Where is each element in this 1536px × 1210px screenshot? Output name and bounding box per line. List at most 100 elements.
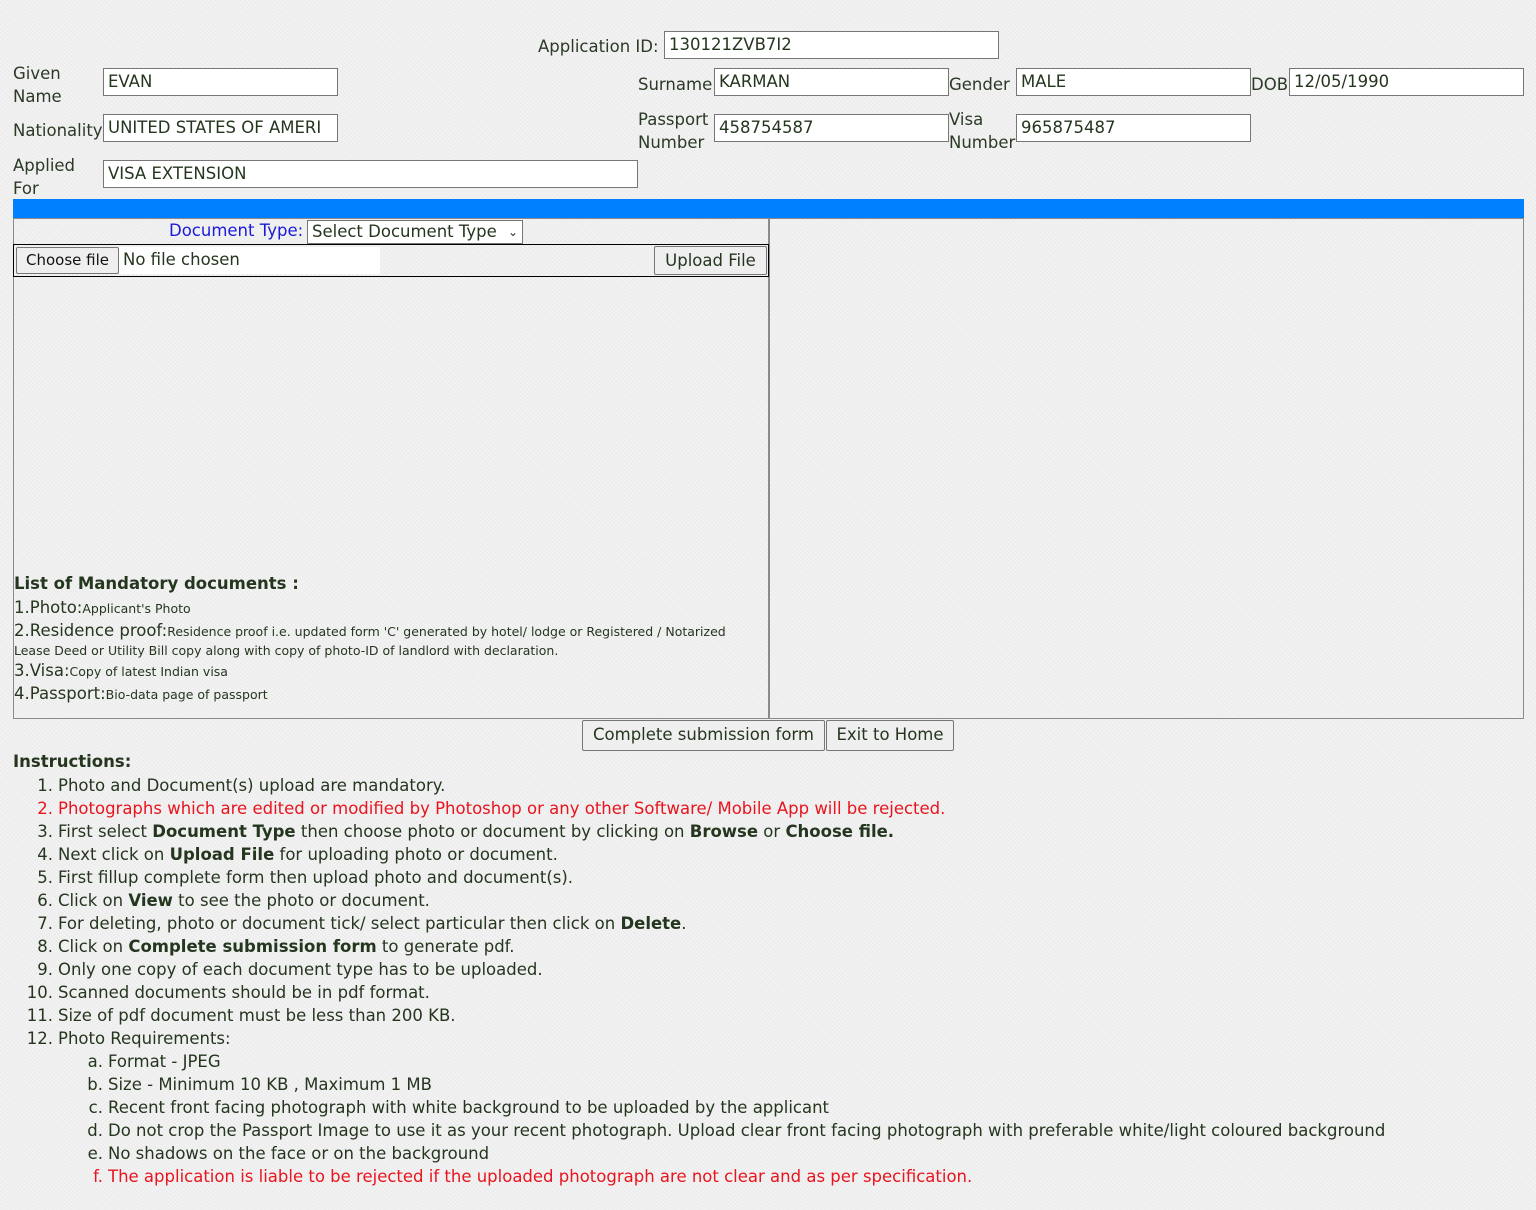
photo-requirement-letter: e.: [87, 1144, 103, 1163]
section-divider-bar: [13, 199, 1524, 218]
instruction-number: 11.: [26, 1006, 53, 1025]
instruction-text: Click on View to see the photo or docume…: [58, 891, 430, 910]
mandatory-item: 1.Photo:Applicant's Photo: [14, 599, 754, 618]
photo-requirement-text: Recent front facing photograph with whit…: [108, 1098, 830, 1117]
instruction-item: 11. Size of pdf document must be less tha…: [0, 1004, 945, 1027]
choose-file-button[interactable]: Choose file: [16, 247, 119, 274]
mandatory-documents-title: List of Mandatory documents :: [14, 574, 299, 593]
nationality-label: Nationality: [13, 121, 103, 140]
instruction-text: Photo and Document(s) upload are mandato…: [58, 776, 446, 795]
photo-requirement-text: Do not crop the Passport Image to use it…: [108, 1121, 1386, 1140]
instruction-item: 9. Only one copy of each document type ha…: [0, 958, 945, 981]
document-type-selected: Select Document Type: [312, 222, 497, 241]
mandatory-item-desc: Copy of latest Indian visa: [69, 664, 228, 679]
instruction-text: Photographs which are edited or modified…: [58, 799, 946, 818]
instruction-text: Only one copy of each document type has …: [58, 960, 543, 979]
instruction-number: 12.: [26, 1029, 53, 1048]
instructions-list: 1. Photo and Document(s) upload are manda…: [0, 774, 946, 1050]
dob-label: DOB: [1251, 75, 1289, 94]
instruction-number: 5.: [37, 868, 53, 887]
photo-requirement-item: b. Size - Minimum 10 KB , Maximum 1 MB: [0, 1073, 1385, 1096]
passport-label-line1: Passport: [638, 110, 709, 129]
instruction-number: 10.: [26, 983, 53, 1002]
instruction-number: 1.: [37, 776, 53, 795]
photo-requirement-letter: c.: [88, 1098, 103, 1117]
given-name-label: Given Name: [13, 62, 62, 108]
exit-to-home-button[interactable]: Exit to Home: [826, 720, 954, 751]
applied-for-label-line1: Applied: [13, 156, 76, 175]
photo-requirement-letter: b.: [87, 1075, 103, 1094]
photo-requirement-text: The application is liable to be rejected…: [108, 1167, 973, 1186]
application-id-label: Application ID:: [538, 37, 659, 56]
instruction-item: 8. Click on Complete submission form to g…: [0, 935, 945, 958]
applied-for-label-line2: For: [13, 179, 39, 198]
instruction-item: 5. First fillup complete form then upload…: [0, 866, 945, 889]
instruction-number: 4.: [37, 845, 53, 864]
nationality-field[interactable]: UNITED STATES OF AMERI: [103, 114, 338, 142]
surname-label: Surname: [638, 75, 713, 94]
photo-requirements-list: a. Format - JPEG b. Size - Minimum 10 KB , …: [0, 1050, 1385, 1188]
instruction-text: First select Document Type then choose p…: [58, 822, 895, 841]
mandatory-item-desc: Bio-data page of passport: [105, 687, 268, 702]
given-name-field[interactable]: EVAN: [103, 68, 338, 96]
instruction-number: 2.: [37, 799, 53, 818]
surname-field[interactable]: KARMAN: [714, 68, 949, 96]
photo-requirement-item: c. Recent front facing photograph with wh…: [0, 1096, 1385, 1119]
instructions-title: Instructions:: [13, 752, 132, 771]
photo-requirement-letter: a.: [87, 1052, 103, 1071]
upload-file-button[interactable]: Upload File: [654, 246, 767, 275]
file-upload-row: Choose file No file chosen Upload File: [13, 244, 769, 277]
instruction-item: 7. For deleting, photo or document tick/ …: [0, 912, 945, 935]
instruction-text: Size of pdf document must be less than 2…: [58, 1006, 456, 1025]
photo-requirement-item: d. Do not crop the Passport Image to use …: [0, 1119, 1385, 1142]
mandatory-item-head: 4.Passport:: [14, 684, 106, 703]
instruction-item: 6. Click on View to see the photo or docu…: [0, 889, 945, 912]
given-name-label-line1: Given: [13, 64, 61, 83]
instruction-number: 9.: [37, 960, 53, 979]
visa-label-line1: Visa: [949, 110, 984, 129]
instruction-number: 8.: [37, 937, 53, 956]
given-name-label-line2: Name: [13, 87, 62, 106]
mandatory-item: 3.Visa:Copy of latest Indian visa: [14, 662, 754, 681]
instruction-item: 2. Photographs which are edited or modifi…: [0, 797, 945, 820]
instruction-number: 7.: [37, 914, 53, 933]
mandatory-item: 4.Passport:Bio-data page of passport: [14, 685, 754, 704]
mandatory-item-desc: Applicant's Photo: [82, 601, 191, 616]
passport-label-line2: Number: [638, 133, 705, 152]
dob-field[interactable]: 12/05/1990: [1289, 68, 1524, 96]
applied-for-label: Applied For: [13, 154, 75, 200]
document-type-select[interactable]: Select Document Type ⌄: [307, 220, 523, 244]
chevron-down-icon: ⌄: [507, 225, 518, 239]
mandatory-item-head: 3.Visa:: [14, 661, 70, 680]
instruction-item: 4. Next click on Upload File for uploadin…: [0, 843, 945, 866]
visa-label-line2: Number: [949, 133, 1016, 152]
file-name-display: No file chosen: [119, 247, 380, 274]
gender-label: Gender: [949, 75, 1010, 94]
instruction-text: Next click on Upload File for uploading …: [58, 845, 558, 864]
application-id-field[interactable]: 130121ZVB7I2: [664, 31, 999, 59]
visa-number-label: Visa Number: [949, 108, 1015, 154]
instruction-number: 6.: [37, 891, 53, 910]
instruction-item: 3. First select Document Type then choose…: [0, 820, 945, 843]
gender-field[interactable]: MALE: [1016, 68, 1251, 96]
photo-requirement-text: Format - JPEG: [108, 1052, 221, 1071]
instruction-item: 12. Photo Requirements:: [0, 1027, 945, 1050]
mandatory-item-head: 1.Photo:: [14, 598, 83, 617]
preview-panel: [768, 218, 1524, 719]
instruction-item: 1. Photo and Document(s) upload are manda…: [0, 774, 945, 797]
passport-number-field[interactable]: 458754587: [714, 114, 949, 142]
photo-requirement-text: No shadows on the face or on the backgro…: [108, 1144, 490, 1163]
instruction-text: Photo Requirements:: [58, 1029, 231, 1048]
document-type-label: Document Type:: [169, 221, 304, 240]
instruction-item: 10. Scanned documents should be in pdf fo…: [0, 981, 945, 1004]
photo-requirement-item: e. No shadows on the face or on the backg…: [0, 1142, 1385, 1165]
complete-submission-button[interactable]: Complete submission form: [582, 720, 825, 751]
instruction-text: Click on Complete submission form to gen…: [58, 937, 515, 956]
mandatory-item: 2.Residence proof:Residence proof i.e. u…: [14, 622, 754, 660]
applied-for-field[interactable]: VISA EXTENSION: [103, 160, 638, 188]
photo-requirement-letter: d.: [87, 1121, 103, 1140]
visa-number-field[interactable]: 965875487: [1016, 114, 1251, 142]
photo-requirement-text: Size - Minimum 10 KB , Maximum 1 MB: [108, 1075, 432, 1094]
instruction-text: For deleting, photo or document tick/ se…: [58, 914, 687, 933]
instruction-text: Scanned documents should be in pdf forma…: [58, 983, 430, 1002]
